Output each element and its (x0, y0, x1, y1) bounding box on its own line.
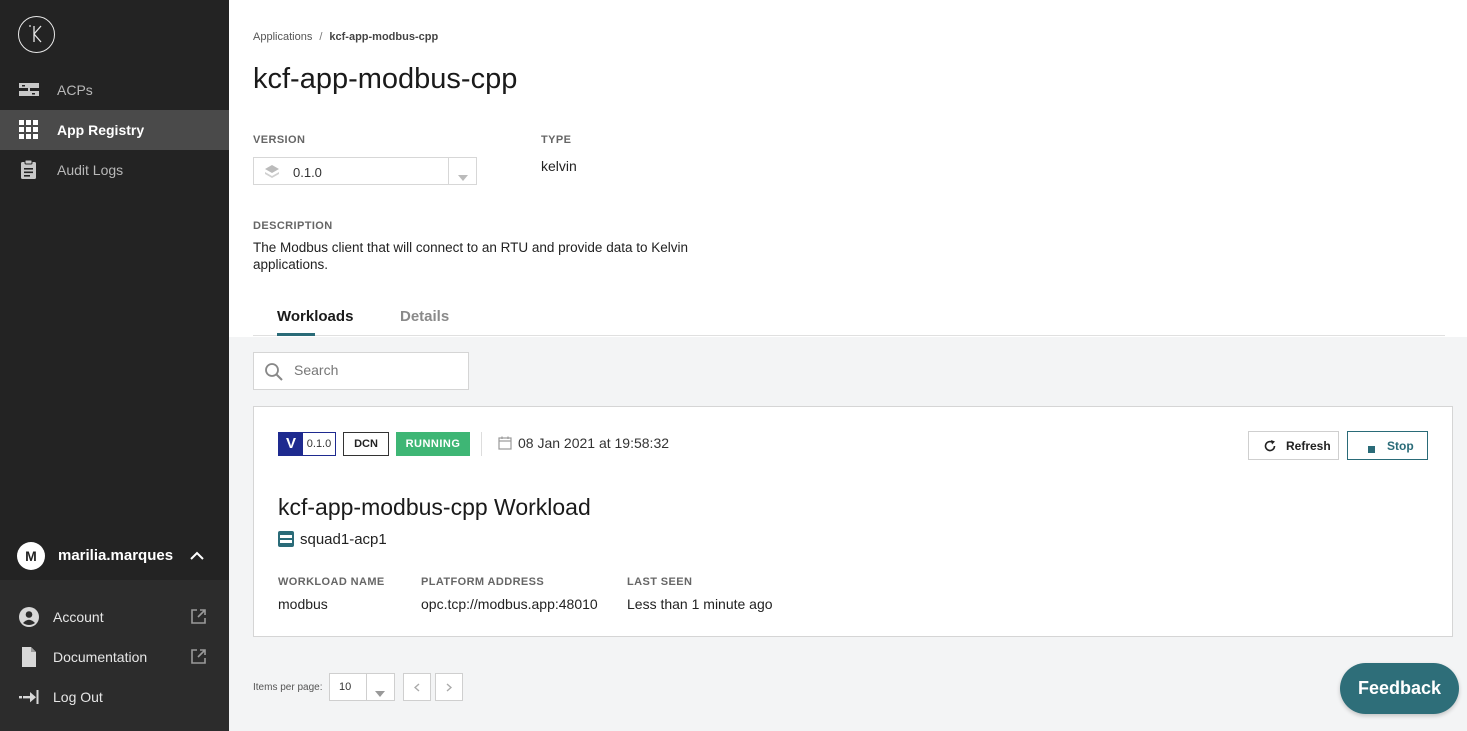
search-input[interactable] (294, 362, 459, 378)
feedback-button[interactable]: Feedback (1340, 663, 1459, 714)
status-badge: RUNNING (396, 432, 470, 456)
workload-title: kcf-app-modbus-cpp Workload (278, 494, 591, 520)
sidebar: ACPs App Registry Audit Logs M marilia.m… (0, 0, 229, 731)
caret-down-icon (458, 168, 468, 186)
search-box[interactable] (253, 352, 469, 390)
breadcrumb-separator: / (319, 31, 323, 43)
user-circle-icon (19, 607, 39, 627)
page-title: kcf-app-modbus-cpp (253, 63, 518, 95)
description-label: DESCRIPTION (253, 220, 333, 232)
workload-card: V 0.1.0 DCN RUNNING 08 Jan 2021 at 19:58… (253, 406, 1453, 637)
calendar-icon (498, 436, 512, 453)
breadcrumb-root-link[interactable]: Applications (253, 31, 312, 43)
caret-down-icon (375, 684, 385, 702)
tab-bar: Workloads Details (253, 300, 1445, 336)
items-per-page-select[interactable]: 10 (329, 673, 395, 701)
active-tab-indicator (277, 333, 315, 336)
breadcrumb: Applications / kcf-app-modbus-cpp (253, 31, 438, 43)
sidebar-item-audit-logs[interactable]: Audit Logs (0, 150, 229, 190)
stop-icon (1368, 442, 1375, 456)
prev-page-button[interactable] (403, 673, 431, 701)
divider (366, 674, 367, 700)
version-select[interactable]: 0.1.0 (253, 157, 477, 185)
description-value: The Modbus client that will connect to a… (253, 240, 688, 272)
datetime-text: 08 Jan 2021 at 19:58:32 (518, 435, 670, 451)
refresh-icon (1264, 440, 1276, 455)
dcn-badge: DCN (343, 432, 389, 456)
external-link-icon (190, 608, 207, 625)
refresh-label: Refresh (1286, 439, 1331, 453)
chevron-right-icon (446, 683, 452, 692)
acp-icon (19, 80, 39, 100)
version-badge: V 0.1.0 (278, 432, 336, 456)
sidebar-item-app-registry[interactable]: App Registry (0, 110, 229, 150)
chevron-left-icon (414, 683, 420, 692)
breadcrumb-current: kcf-app-modbus-cpp (329, 31, 439, 43)
refresh-button[interactable]: Refresh (1248, 431, 1339, 460)
grid-icon (19, 120, 39, 140)
divider (448, 158, 449, 184)
user-menu[interactable]: M marilia.marques (0, 535, 229, 579)
items-per-page-value: 10 (339, 681, 352, 693)
last-seen-value: Less than 1 minute ago (627, 596, 773, 612)
sidebar-item-label: ACPs (57, 82, 93, 98)
document-icon (19, 647, 39, 667)
workload-datetime: 08 Jan 2021 at 19:58:32 (498, 435, 669, 453)
chevron-up-icon[interactable] (189, 548, 205, 569)
acp-name: squad1-acp1 (300, 531, 387, 548)
version-value: 0.1.0 (293, 165, 322, 180)
layers-icon (264, 164, 280, 185)
search-icon (264, 362, 284, 387)
tab-details[interactable]: Details (400, 308, 449, 325)
platform-address-value: opc.tcp://modbus.app:48010 (421, 596, 598, 612)
version-label: VERSION (253, 134, 306, 146)
kelvin-logo-icon[interactable] (18, 16, 55, 53)
workload-name-value: modbus (278, 596, 328, 612)
next-page-button[interactable] (435, 673, 463, 701)
sidebar-item-account[interactable]: Account (0, 597, 229, 637)
logout-icon (19, 687, 39, 707)
stop-label: Stop (1387, 439, 1414, 453)
user-name: marilia.marques (58, 547, 174, 564)
last-seen-label: LAST SEEN (627, 576, 693, 588)
sidebar-item-documentation[interactable]: Documentation (0, 637, 229, 677)
avatar: M (17, 542, 45, 570)
type-value: kelvin (541, 158, 577, 174)
divider (481, 432, 482, 456)
stop-button[interactable]: Stop (1347, 431, 1428, 460)
type-label: TYPE (541, 134, 572, 146)
version-badge-number: 0.1.0 (306, 438, 332, 450)
tab-workloads[interactable]: Workloads (277, 308, 353, 325)
sidebar-item-label: Log Out (53, 689, 103, 705)
platform-address-label: PLATFORM ADDRESS (421, 576, 545, 588)
workload-name-label: WORKLOAD NAME (278, 576, 385, 588)
sidebar-item-label: App Registry (57, 122, 145, 138)
sidebar-item-label: Audit Logs (57, 162, 124, 178)
sidebar-footer: Account Documentation Log Out (0, 580, 229, 731)
workload-acp[interactable]: squad1-acp1 (278, 531, 387, 551)
sidebar-item-acps[interactable]: ACPs (0, 70, 229, 110)
acp-icon (278, 531, 294, 551)
sidebar-item-label: Documentation (53, 649, 148, 665)
external-link-icon (190, 648, 207, 665)
sidebar-item-logout[interactable]: Log Out (0, 677, 229, 717)
sidebar-item-label: Account (53, 609, 104, 625)
clipboard-icon (19, 159, 39, 180)
items-per-page-label: Items per page: (253, 682, 323, 693)
version-badge-letter: V (279, 433, 303, 455)
